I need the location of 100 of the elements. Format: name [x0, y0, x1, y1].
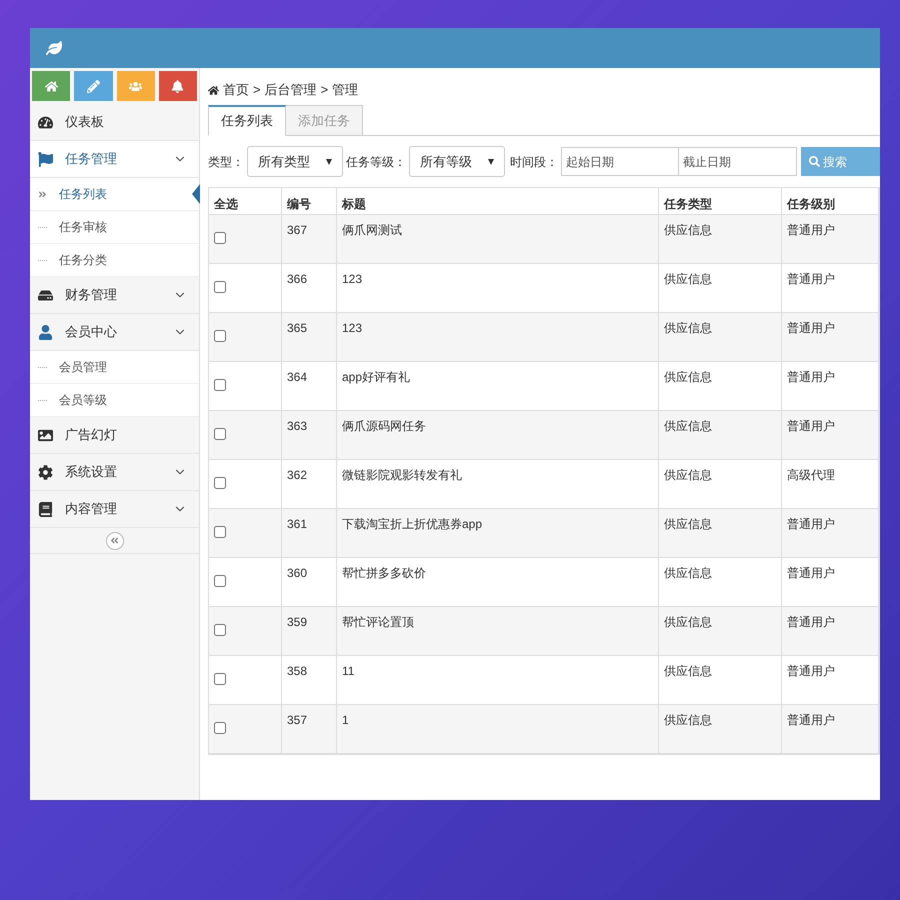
dashboard-icon [38, 114, 53, 130]
level-label: 任务等级： [346, 154, 406, 170]
home-icon [44, 80, 58, 92]
table-cell: 358 [282, 656, 337, 704]
column-header: 任务级别 [782, 188, 879, 214]
table-cell: 1 [337, 705, 659, 753]
table-cell: 364 [282, 362, 337, 410]
table-cell: 123 [337, 264, 659, 312]
table-cell: 供应信息 [659, 264, 782, 312]
table-cell: 供应信息 [659, 656, 782, 704]
flag-icon [38, 152, 53, 166]
shortcut-button[interactable] [32, 71, 70, 101]
image-icon [38, 428, 53, 442]
table-cell: 普通用户 [782, 264, 879, 312]
submenu-item[interactable]: 任务审核 [30, 211, 199, 244]
submenu-item[interactable]: 会员等级 [30, 384, 199, 417]
table-cell: 357 [282, 705, 337, 753]
table-cell: 361 [282, 509, 337, 557]
table-cell: 下载淘宝折上折优惠券app [337, 509, 659, 557]
dropdown-arrow-icon [326, 158, 332, 164]
row-checkbox[interactable] [214, 232, 226, 244]
table-cell: 366 [282, 264, 337, 312]
table-cell: 供应信息 [659, 215, 782, 263]
submenu-label: 会员等级 [59, 392, 107, 409]
breadcrumb-link[interactable]: 后台管理 [264, 80, 317, 100]
user-icon [38, 324, 53, 340]
table-cell: 359 [282, 607, 337, 655]
row-checkbox[interactable] [214, 330, 226, 342]
users-icon [129, 80, 142, 92]
shortcut-button[interactable] [158, 71, 197, 101]
table-cell: 367 [282, 215, 337, 263]
table-cell: 普通用户 [782, 411, 879, 459]
table-cell: 365 [282, 313, 337, 361]
table-cell: app好评有礼 [337, 362, 659, 410]
menu-item[interactable]: 任务管理 [30, 141, 199, 178]
table-cell: 供应信息 [659, 607, 782, 655]
menu-label: 广告幻灯 [65, 426, 118, 444]
column-header: 编号 [282, 188, 337, 214]
pencil-icon [86, 80, 100, 92]
drive-icon [38, 288, 53, 302]
submenu-label: 任务列表 [59, 186, 107, 203]
submenu-item[interactable]: 会员管理 [30, 351, 199, 384]
table-cell: 普通用户 [782, 509, 879, 557]
tab[interactable]: 任务列表 [208, 105, 286, 136]
type-label: 类型： [208, 154, 244, 170]
menu-label: 财务管理 [65, 286, 118, 304]
menu-label: 内容管理 [65, 500, 118, 518]
table-cell: 供应信息 [659, 460, 782, 508]
menu-label: 仪表板 [65, 113, 105, 132]
start-date-field[interactable]: 起始日期 [561, 147, 679, 176]
breadcrumb-separator: > [320, 81, 328, 100]
dropdown-arrow-icon [488, 158, 494, 164]
row-checkbox[interactable] [214, 624, 226, 636]
shortcut-button[interactable] [74, 71, 112, 101]
table-cell: 俩爪源码网任务 [337, 411, 659, 459]
table-cell: 供应信息 [659, 509, 782, 557]
row-checkbox[interactable] [214, 428, 226, 440]
table-cell: 362 [282, 460, 337, 508]
table-cell: 普通用户 [782, 656, 879, 704]
row-checkbox[interactable] [214, 477, 226, 489]
bell-icon [171, 80, 184, 92]
table-cell: 11 [337, 656, 659, 704]
breadcrumb-link[interactable]: 首页 [223, 80, 249, 100]
row-checkbox[interactable] [214, 722, 226, 734]
period-label: 时间段： [510, 154, 558, 170]
table-cell: 普通用户 [782, 362, 879, 410]
settings-icon [38, 464, 53, 480]
table-cell: 微链影院观影转发有礼 [337, 460, 659, 508]
table-cell: 供应信息 [659, 411, 782, 459]
row-checkbox[interactable] [214, 575, 226, 587]
book-icon [38, 502, 53, 516]
end-date-field[interactable]: 截止日期 [679, 147, 797, 176]
home-icon [208, 84, 219, 96]
submenu-label: 任务分类 [59, 252, 107, 269]
row-checkbox[interactable] [214, 281, 226, 293]
table-cell: 供应信息 [659, 313, 782, 361]
column-header: 任务类型 [659, 188, 782, 214]
column-header: 标题 [337, 188, 659, 214]
row-checkbox[interactable] [214, 673, 226, 685]
level-select[interactable]: 所有等级 [409, 146, 505, 177]
type-select[interactable]: 所有类型 [247, 146, 343, 177]
table-cell: 普通用户 [782, 558, 879, 606]
table-cell: 供应信息 [659, 705, 782, 753]
submenu-item[interactable]: 任务分类 [30, 244, 199, 277]
table-cell: 俩爪网测试 [337, 215, 659, 263]
table-cell: 普通用户 [782, 215, 879, 263]
table-cell: 供应信息 [659, 558, 782, 606]
breadcrumb-link[interactable]: 管理 [332, 80, 358, 100]
table-cell: 供应信息 [659, 362, 782, 410]
menu-label: 系统设置 [65, 463, 118, 482]
row-checkbox[interactable] [214, 526, 226, 538]
table-cell: 360 [282, 558, 337, 606]
collapse-button[interactable] [106, 532, 124, 550]
table-cell: 363 [282, 411, 337, 459]
table-cell: 普通用户 [782, 607, 879, 655]
menu-label: 会员中心 [65, 323, 118, 342]
submenu-item[interactable]: 任务列表 [30, 178, 199, 211]
row-checkbox[interactable] [214, 379, 226, 391]
table-cell: 高级代理 [782, 460, 879, 508]
table-cell: 帮忙拼多多砍价 [337, 558, 659, 606]
